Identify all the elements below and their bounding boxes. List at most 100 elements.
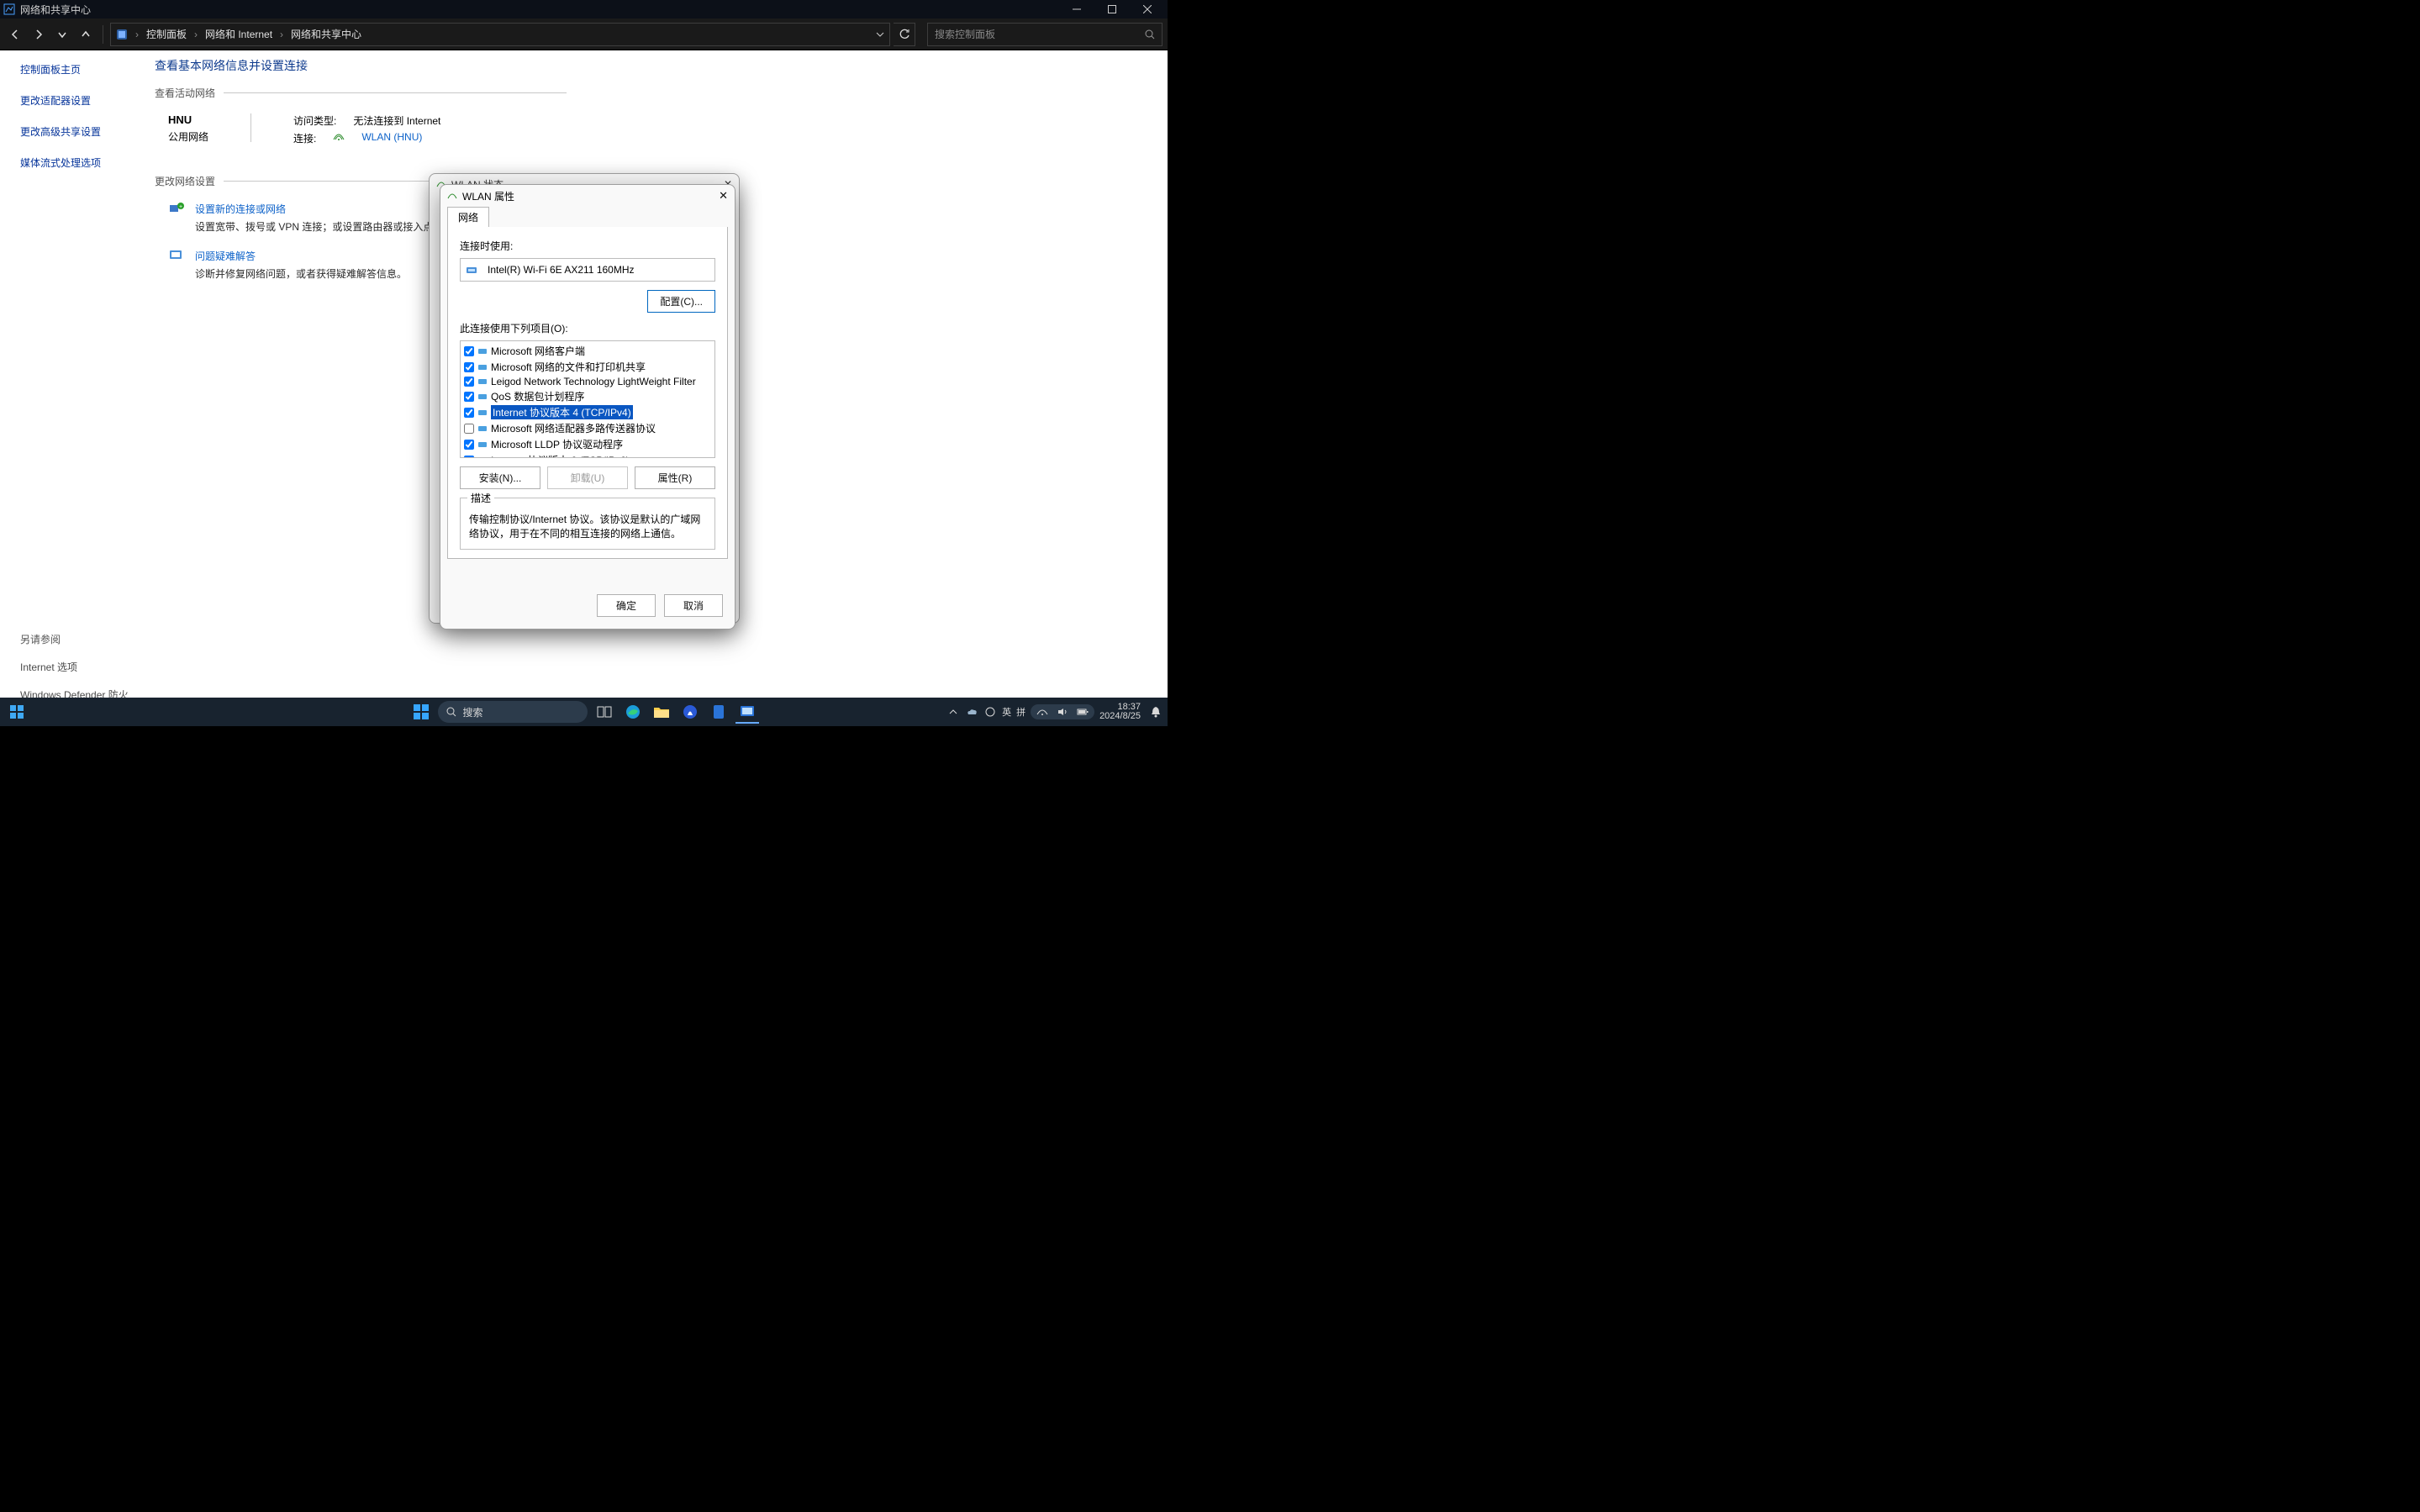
sidebar-item-media-streaming[interactable]: 媒体流式处理选项 <box>20 155 131 170</box>
protocol-icon <box>477 377 488 386</box>
breadcrumb-item[interactable]: 网络和 Internet <box>205 27 272 41</box>
search-icon <box>446 707 456 717</box>
network-item-label: Microsoft 网络适配器多路传送器协议 <box>491 421 656 435</box>
description-text: 传输控制协议/Internet 协议。该协议是默认的广域网络协议，用于在不同的相… <box>469 514 700 540</box>
divider <box>224 92 567 93</box>
sidebar-item-home[interactable]: 控制面板主页 <box>20 62 131 76</box>
new-connection-icon: + <box>168 202 185 215</box>
onedrive-icon[interactable] <box>965 705 978 719</box>
network-item-row[interactable]: Microsoft LLDP 协议驱动程序 <box>462 436 713 452</box>
chevron-right-icon: › <box>135 29 139 40</box>
nav-forward-button[interactable] <box>29 24 49 45</box>
network-item-checkbox[interactable] <box>464 362 474 372</box>
cancel-button[interactable]: 取消 <box>664 594 723 617</box>
install-button[interactable]: 安装(N)... <box>460 466 540 489</box>
control-panel-search[interactable]: 搜索控制面板 <box>927 23 1163 46</box>
tray-overflow-icon[interactable] <box>946 705 960 719</box>
network-type: 公用网络 <box>168 129 208 144</box>
search-placeholder: 搜索控制面板 <box>935 27 995 41</box>
ime-indicator-pinyin[interactable]: 拼 <box>1016 705 1025 719</box>
window-title: 网络和共享中心 <box>20 3 91 17</box>
network-item-row[interactable]: Internet 协议版本 4 (TCP/IPv4) <box>462 404 713 420</box>
protocol-icon <box>477 456 488 459</box>
adapter-name: Intel(R) Wi-Fi 6E AX211 160MHz <box>488 264 635 276</box>
network-item-row[interactable]: Microsoft 网络的文件和打印机共享 <box>462 359 713 375</box>
nav-recent-button[interactable] <box>52 24 72 45</box>
protocol-icon <box>477 440 488 449</box>
network-item-label: Leigod Network Technology LightWeight Fi… <box>491 376 696 387</box>
properties-button[interactable]: 属性(R) <box>635 466 715 489</box>
minimize-button[interactable] <box>1060 0 1094 18</box>
widgets-button[interactable] <box>5 700 29 724</box>
breadcrumb-item[interactable]: 网络和共享中心 <box>291 27 361 41</box>
wifi-tray-icon[interactable] <box>1036 705 1049 719</box>
network-item-row[interactable]: Microsoft 网络客户端 <box>462 343 713 359</box>
tab-network[interactable]: 网络 <box>447 207 489 227</box>
configure-button[interactable]: 配置(C)... <box>647 290 715 313</box>
items-list-label: 此连接使用下列项目(O): <box>460 321 715 335</box>
nav-up-button[interactable] <box>76 24 96 45</box>
network-item-label: Microsoft LLDP 协议驱动程序 <box>491 437 623 451</box>
chevron-right-icon: › <box>194 29 198 40</box>
taskbar-search[interactable]: 搜索 <box>438 701 588 723</box>
network-item-checkbox[interactable] <box>464 377 474 387</box>
network-item-label: Microsoft 网络客户端 <box>491 344 585 358</box>
network-items-list[interactable]: Microsoft 网络客户端Microsoft 网络的文件和打印机共享Leig… <box>460 340 715 458</box>
clock[interactable]: 18:37 2024/8/25 <box>1099 703 1141 721</box>
breadcrumb-item[interactable]: 控制面板 <box>146 27 187 41</box>
protocol-icon <box>477 424 488 433</box>
network-item-checkbox[interactable] <box>464 440 474 450</box>
tray-app-icon[interactable] <box>983 705 997 719</box>
nav-back-button[interactable] <box>5 24 25 45</box>
network-item-checkbox[interactable] <box>464 456 474 459</box>
ime-indicator-en[interactable]: 英 <box>1002 705 1011 719</box>
address-bar[interactable]: › 控制面板 › 网络和 Internet › 网络和共享中心 <box>110 23 890 46</box>
sidebar-item-internet-options[interactable]: Internet 选项 <box>20 660 131 674</box>
sidebar-item-adapter-settings[interactable]: 更改适配器设置 <box>20 93 131 108</box>
wifi-signal-icon <box>333 131 345 145</box>
network-item-row[interactable]: Internet 协议版本 6 (TCP/IPv6) <box>462 452 713 458</box>
network-item-label: Internet 协议版本 6 (TCP/IPv6) <box>491 453 630 458</box>
task-view-button[interactable] <box>593 700 616 724</box>
svg-text:+: + <box>179 204 182 210</box>
network-item-label: Internet 协议版本 4 (TCP/IPv4) <box>491 405 633 419</box>
maximize-button[interactable] <box>1095 0 1129 18</box>
network-item-checkbox[interactable] <box>464 392 474 402</box>
network-item-row[interactable]: Microsoft 网络适配器多路传送器协议 <box>462 420 713 436</box>
access-type-value: 无法连接到 Internet <box>353 113 440 128</box>
network-item-row[interactable]: QoS 数据包计划程序 <box>462 388 713 404</box>
chevron-right-icon: › <box>280 29 283 40</box>
network-item-row[interactable]: Leigod Network Technology LightWeight Fi… <box>462 375 713 388</box>
connection-link[interactable]: WLAN (HNU) <box>361 131 422 145</box>
ok-button[interactable]: 确定 <box>597 594 656 617</box>
file-explorer-icon[interactable] <box>650 700 673 724</box>
troubleshoot-link[interactable]: 问题疑难解答 <box>195 249 407 263</box>
network-item-checkbox[interactable] <box>464 424 474 434</box>
app-icon[interactable] <box>678 700 702 724</box>
network-item-checkbox[interactable] <box>464 346 474 356</box>
close-button[interactable]: ✕ <box>719 189 728 203</box>
control-panel-icon <box>116 29 128 40</box>
new-connection-link[interactable]: 设置新的连接或网络 <box>195 202 443 216</box>
protocol-icon <box>477 408 488 417</box>
section-change-network: 更改网络设置 <box>155 174 215 188</box>
search-icon <box>1145 29 1155 40</box>
close-window-button[interactable] <box>1131 0 1164 18</box>
adapter-field[interactable]: Intel(R) Wi-Fi 6E AX211 160MHz <box>460 258 715 282</box>
page-title: 查看基本网络信息并设置连接 <box>155 57 1151 74</box>
description-header: 描述 <box>467 491 494 505</box>
battery-tray-icon[interactable] <box>1076 705 1089 719</box>
notifications-icon[interactable] <box>1149 705 1163 719</box>
control-panel-taskbar-icon[interactable] <box>735 700 759 724</box>
refresh-button[interactable] <box>894 23 915 46</box>
volume-tray-icon[interactable] <box>1056 705 1069 719</box>
sidebar-item-advanced-sharing[interactable]: 更改高级共享设置 <box>20 124 131 139</box>
start-button[interactable] <box>409 700 433 724</box>
edge-icon[interactable] <box>621 700 645 724</box>
app-icon <box>3 3 15 15</box>
divider <box>250 113 251 142</box>
protocol-icon <box>477 363 488 371</box>
app-icon[interactable] <box>707 700 730 724</box>
chevron-down-icon[interactable] <box>876 30 884 39</box>
network-item-checkbox[interactable] <box>464 408 474 418</box>
